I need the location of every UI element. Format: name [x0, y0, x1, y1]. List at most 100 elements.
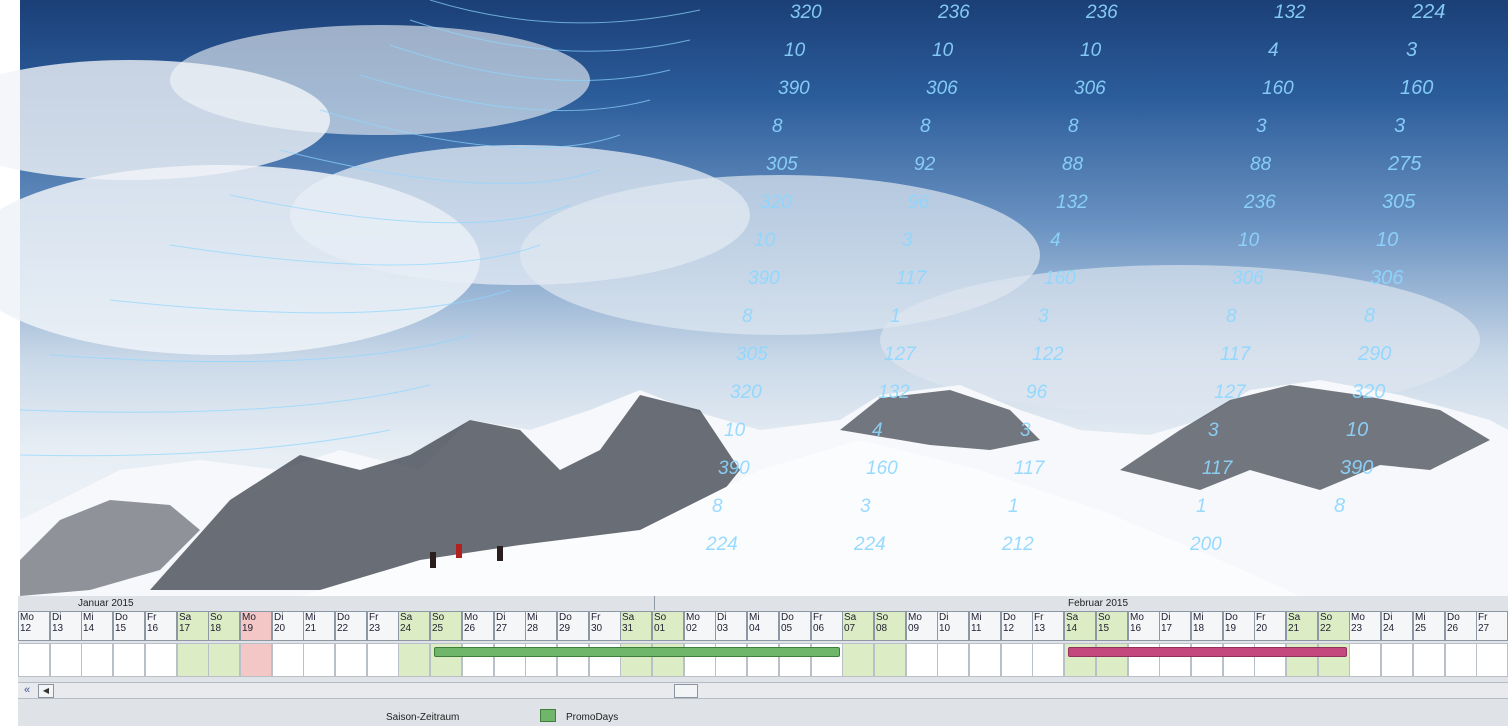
- day-cell[interactable]: [969, 643, 1001, 677]
- day-header[interactable]: Di 13: [50, 611, 82, 641]
- day-header[interactable]: Do 15: [113, 611, 145, 641]
- day-header[interactable]: Fr 27: [1476, 611, 1508, 641]
- floating-number: 1: [1008, 496, 1019, 517]
- day-header[interactable]: Do 05: [779, 611, 811, 641]
- floating-number: 88: [1250, 154, 1272, 175]
- day-header[interactable]: So 08: [874, 611, 906, 641]
- month-label-january: Januar 2015: [78, 598, 134, 609]
- day-header[interactable]: Do 29: [557, 611, 589, 641]
- day-header[interactable]: Fr 23: [367, 611, 399, 641]
- day-header[interactable]: Mi 14: [81, 611, 113, 641]
- day-header[interactable]: Di 20: [272, 611, 304, 641]
- day-header[interactable]: Sa 17: [177, 611, 209, 641]
- day-header[interactable]: Di 27: [494, 611, 526, 641]
- day-cell[interactable]: [50, 643, 82, 677]
- day-header[interactable]: Mo 12: [18, 611, 50, 641]
- day-header[interactable]: Fr 20: [1254, 611, 1286, 641]
- day-header[interactable]: Mo 23: [1349, 611, 1381, 641]
- day-number: 10: [939, 623, 951, 634]
- day-cell[interactable]: [145, 643, 177, 677]
- day-header[interactable]: Do 19: [1223, 611, 1255, 641]
- day-cell[interactable]: [906, 643, 938, 677]
- day-header[interactable]: Mi 21: [303, 611, 335, 641]
- day-name: Mi: [1415, 612, 1426, 623]
- day-name: So: [432, 612, 445, 623]
- day-header[interactable]: Mi 25: [1413, 611, 1445, 641]
- day-cell[interactable]: [208, 643, 240, 677]
- day-header[interactable]: Sa 31: [620, 611, 652, 641]
- day-header[interactable]: Fr 16: [145, 611, 177, 641]
- legend-promo-label: PromoDays: [566, 712, 619, 723]
- floating-number: 10: [784, 40, 806, 61]
- day-cell[interactable]: [1001, 643, 1033, 677]
- day-header[interactable]: Do 26: [1445, 611, 1477, 641]
- floating-number: 4: [872, 420, 883, 441]
- floating-number: 10: [932, 40, 954, 61]
- saison-bar[interactable]: [1068, 647, 1347, 657]
- day-cell[interactable]: [240, 643, 272, 677]
- floating-number: 10: [754, 230, 776, 251]
- day-header[interactable]: Mo 26: [462, 611, 494, 641]
- day-cell[interactable]: [367, 643, 399, 677]
- day-number: 17: [1161, 623, 1173, 634]
- day-cell[interactable]: [398, 643, 430, 677]
- horizontal-scrollbar[interactable]: « ◀: [18, 682, 1508, 699]
- day-header[interactable]: Sa 21: [1286, 611, 1318, 641]
- day-name: Fr: [813, 612, 823, 623]
- day-header[interactable]: Sa 24: [398, 611, 430, 641]
- day-header[interactable]: Fr 06: [811, 611, 843, 641]
- promo-bar[interactable]: [434, 647, 840, 657]
- day-cell[interactable]: [113, 643, 145, 677]
- day-cell[interactable]: [272, 643, 304, 677]
- day-name: Do: [559, 612, 572, 623]
- day-cell[interactable]: [1381, 643, 1413, 677]
- day-header[interactable]: Fr 13: [1032, 611, 1064, 641]
- hero-illustration: 320 10 390 8 305 320 10 390 8 305 320 10 390 8 224 236 1…: [0, 0, 1508, 596]
- day-cell[interactable]: [1445, 643, 1477, 677]
- day-cell[interactable]: [81, 643, 113, 677]
- double-chevron-left-icon[interactable]: «: [18, 683, 36, 698]
- day-header[interactable]: Di 10: [937, 611, 969, 641]
- day-cell[interactable]: [1349, 643, 1381, 677]
- day-header[interactable]: Mo 09: [906, 611, 938, 641]
- day-header[interactable]: Do 12: [1001, 611, 1033, 641]
- day-header[interactable]: Di 17: [1159, 611, 1191, 641]
- scroll-thumb[interactable]: [674, 684, 698, 698]
- day-header[interactable]: Sa 14: [1064, 611, 1096, 641]
- day-cell[interactable]: [18, 643, 50, 677]
- day-header[interactable]: Mo 16: [1128, 611, 1160, 641]
- day-number: 04: [749, 623, 761, 634]
- day-name: Sa: [400, 612, 413, 623]
- day-header[interactable]: Mi 28: [525, 611, 557, 641]
- day-header[interactable]: Mi 04: [747, 611, 779, 641]
- day-header[interactable]: So 18: [208, 611, 240, 641]
- day-header[interactable]: So 15: [1096, 611, 1128, 641]
- day-cell[interactable]: [1413, 643, 1445, 677]
- day-cell[interactable]: [303, 643, 335, 677]
- day-header[interactable]: Mo 02: [684, 611, 716, 641]
- day-header[interactable]: So 01: [652, 611, 684, 641]
- day-header[interactable]: So 25: [430, 611, 462, 641]
- day-header[interactable]: Mo 19: [240, 611, 272, 641]
- day-cell[interactable]: [937, 643, 969, 677]
- floating-number: 390: [778, 78, 810, 99]
- day-header[interactable]: Di 24: [1381, 611, 1413, 641]
- day-name: Sa: [1288, 612, 1301, 623]
- day-header[interactable]: Mi 18: [1191, 611, 1223, 641]
- day-header[interactable]: Do 22: [335, 611, 367, 641]
- day-header[interactable]: Sa 07: [842, 611, 874, 641]
- scroll-left-button[interactable]: ◀: [38, 684, 54, 698]
- day-cell[interactable]: [874, 643, 906, 677]
- day-cell[interactable]: [1476, 643, 1508, 677]
- day-header[interactable]: Mi 11: [969, 611, 1001, 641]
- day-name: Mi: [305, 612, 316, 623]
- day-cell[interactable]: [1032, 643, 1064, 677]
- day-header[interactable]: So 22: [1318, 611, 1350, 641]
- day-cell[interactable]: [177, 643, 209, 677]
- floating-number: 1: [890, 306, 901, 327]
- day-cell[interactable]: [842, 643, 874, 677]
- day-header[interactable]: Di 03: [715, 611, 747, 641]
- day-cell[interactable]: [335, 643, 367, 677]
- day-name: Mo: [20, 612, 34, 623]
- day-header[interactable]: Fr 30: [589, 611, 621, 641]
